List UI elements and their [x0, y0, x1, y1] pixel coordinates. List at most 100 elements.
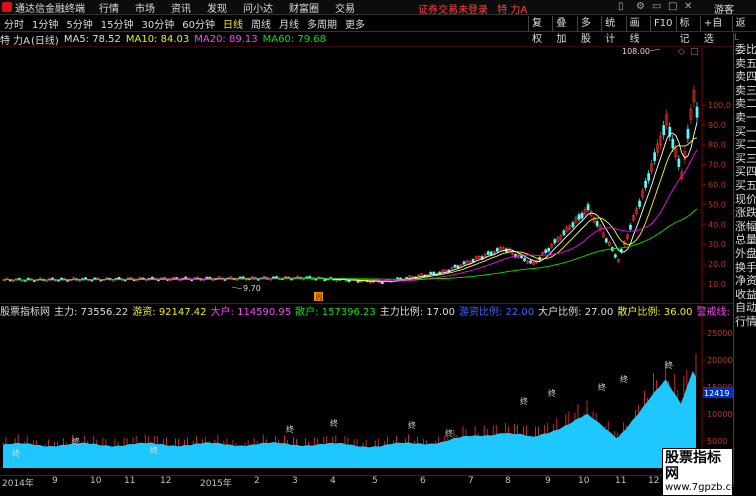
kline-chart[interactable]: 100.0 90.0 80.0 70.0 60.0 50.0 40.0 30.0 20.0 10.… [0, 46, 733, 302]
ma20-line [3, 149, 698, 282]
sidebar-item-12[interactable]: 涨跌 [734, 206, 756, 220]
candle-body [544, 249, 548, 253]
back-button[interactable]: 返回 [731, 16, 756, 45]
end-marker: 终 [330, 418, 338, 428]
candle-body [613, 254, 617, 258]
menu-caifuquan[interactable]: 财富圈 [289, 0, 319, 15]
period-5min[interactable]: 5分钟 [66, 16, 92, 31]
date-tick: 8 [505, 476, 511, 486]
sidebar-item-13[interactable]: 涨幅 [734, 220, 756, 234]
menu-shichang[interactable]: 市场 [135, 0, 155, 15]
end-marker: 终 [408, 420, 416, 430]
menu-wenxiaoda[interactable]: 问小达 [243, 0, 273, 15]
sidebar-item-8[interactable]: 买三 [734, 152, 756, 166]
end-marker: 终 [598, 382, 606, 392]
sidebar-item-19[interactable]: 自动 [734, 301, 756, 315]
candle-body [432, 271, 436, 275]
right-toolbar: 复权 叠加 多股 统计 画线 F10 标记 +自选 返回 [528, 16, 756, 45]
sidebar-item-11[interactable]: 现价 [734, 193, 756, 207]
period-monthly[interactable]: 月线 [279, 16, 299, 31]
indicator-tick: 25000 [707, 329, 732, 338]
price-tick: 10.0 [708, 280, 726, 289]
period-fenshi[interactable]: 分时 [4, 16, 24, 31]
add-favorite-button[interactable]: +自选 [699, 16, 732, 45]
period-multi[interactable]: 多周期 [307, 16, 337, 31]
sidebar-item-14[interactable]: 总量 [734, 233, 756, 247]
draw-line-button[interactable]: 画线 [625, 16, 650, 45]
candle-body [486, 251, 490, 255]
candle-body [695, 106, 699, 118]
period-daily[interactable]: 日线 [223, 16, 243, 31]
period-30min[interactable]: 30分钟 [141, 16, 174, 31]
settings-small-icon[interactable]: ◇ [678, 47, 685, 57]
mark-button[interactable]: 标记 [675, 16, 700, 45]
sidebar-item-9[interactable]: 买四 [734, 165, 756, 179]
indicator-tick: 20000 [707, 356, 732, 365]
period-60min[interactable]: 60分钟 [182, 16, 215, 31]
candle-body [380, 282, 384, 284]
stock-name: 特 力A [0, 36, 31, 47]
menu-jiaoyi[interactable]: 交易 [335, 0, 355, 15]
menu-faxian[interactable]: 发现 [207, 0, 227, 15]
sidebar-item-0[interactable]: 委比 [734, 43, 756, 57]
sidebar-item-20[interactable]: 行情 [734, 315, 756, 329]
date-tick: 2014年 [2, 479, 34, 489]
f10-button[interactable]: F10 [650, 16, 675, 32]
fuquan-button[interactable]: 复权 [528, 16, 552, 45]
sidebar-item-3[interactable]: 卖三 [734, 84, 756, 98]
indicator-header: 股票指标网 主力: 73556.22 游资: 92147.42 大户: 1145… [0, 303, 756, 318]
sidebar-item-15[interactable]: 外盘 [734, 247, 756, 261]
candle-body [562, 230, 566, 235]
candle-body [595, 221, 599, 227]
sidebar-item-5[interactable]: 卖一 [734, 111, 756, 125]
period-weekly[interactable]: 周线 [251, 16, 271, 31]
sidebar-item-10[interactable]: 买五 [734, 179, 756, 193]
multi-stock-button[interactable]: 多股 [576, 16, 601, 45]
price-tick: 100.0 [708, 101, 731, 110]
candle-body [529, 260, 532, 264]
quote-sidebar: L 委比 卖五 卖四 卖三 卖二 卖一 买一 买二 买三 买四 买五 现价 涨跌 涨幅 总量 外盘 换手 净资 收益… [733, 33, 756, 487]
period-more[interactable]: 更多 [345, 16, 365, 31]
ma10-value: MA10: 84.03 [125, 34, 190, 45]
close-icon[interactable]: ✕ [684, 1, 692, 12]
settings-icon[interactable]: ⚙ [636, 1, 645, 12]
indicator-tick: 5000 [707, 437, 727, 446]
login-status[interactable]: 证券交易未登录 [418, 5, 488, 16]
period-15min[interactable]: 15分钟 [101, 16, 134, 31]
candle-body [453, 264, 457, 268]
candle-body [323, 279, 327, 282]
user-label[interactable]: 游客 [714, 1, 734, 16]
date-tick: 12 [160, 476, 172, 486]
candle-body [653, 152, 657, 161]
menu-zixun[interactable]: 资讯 [171, 0, 191, 15]
candle-body [150, 276, 154, 279]
sidebar-header[interactable]: L [734, 33, 756, 43]
sidebar-item-6[interactable]: 买一 [734, 125, 756, 139]
indicator-area [3, 371, 696, 468]
stats-button[interactable]: 统计 [601, 16, 625, 45]
phone-icon[interactable]: ▯ [618, 1, 624, 12]
period-1min[interactable]: 1分钟 [32, 16, 58, 31]
candle-body [184, 276, 187, 279]
sidebar-item-18[interactable]: 收益 [734, 288, 756, 302]
expand-icon[interactable]: □ [690, 47, 699, 57]
sidebar-item-7[interactable]: 买二 [734, 138, 756, 152]
sidebar-item-16[interactable]: 换手 [734, 261, 756, 275]
menu-hangqing[interactable]: 行情 [99, 0, 119, 15]
candle-body [604, 238, 608, 243]
date-tick: 3 [292, 476, 298, 486]
title-stock-name: 特 力A [497, 5, 528, 16]
indicator-chart[interactable]: 250002000015000100005000 终终终终终终终终终终终终124… [0, 316, 733, 474]
minimize-icon[interactable]: ▭ [652, 1, 661, 12]
sidebar-item-1[interactable]: 卖五 [734, 57, 756, 71]
date-tick: 7 [468, 476, 474, 486]
watermark-url: www.7gpzb.com [665, 482, 747, 493]
sidebar-item-4[interactable]: 卖二 [734, 97, 756, 111]
sidebar-item-2[interactable]: 卖四 [734, 70, 756, 84]
candle-body [629, 224, 632, 230]
end-marker: 终 [445, 428, 453, 438]
overlay-button[interactable]: 叠加 [552, 16, 576, 45]
maximize-icon[interactable]: □ [668, 1, 677, 12]
watermark: 股票指标网 www.7gpzb.com [662, 448, 747, 496]
sidebar-item-17[interactable]: 净资 [734, 274, 756, 288]
